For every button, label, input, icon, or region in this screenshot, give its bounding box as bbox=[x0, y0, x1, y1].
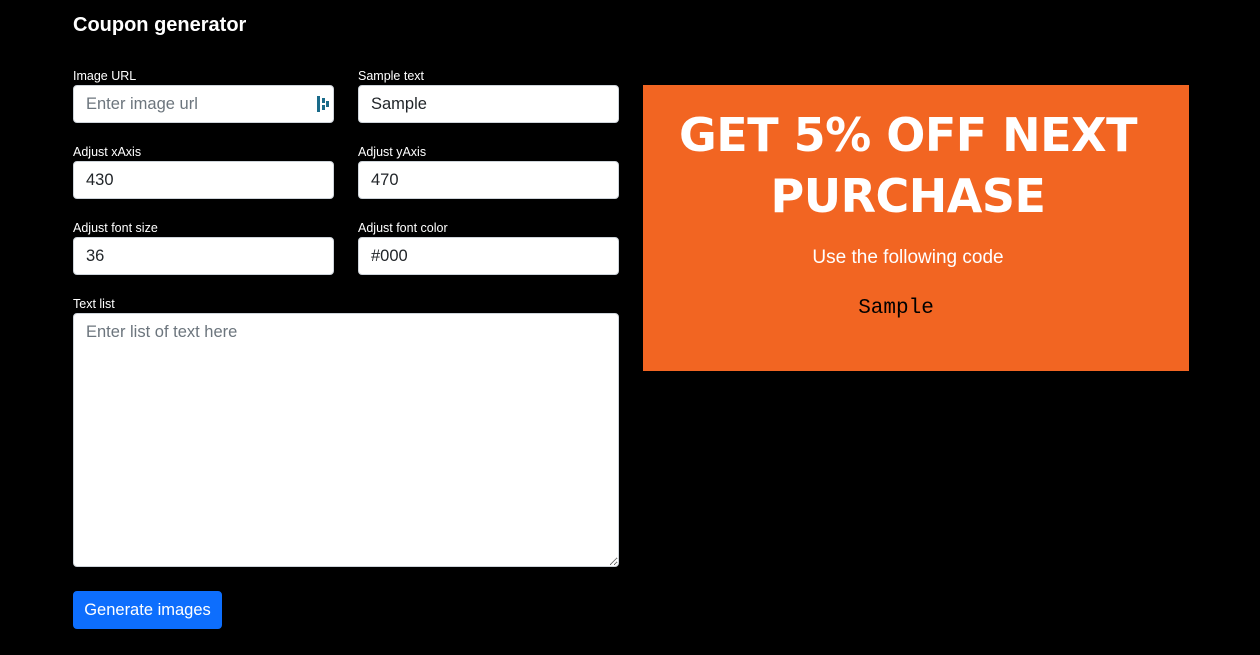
coupon-headline-line2: PURCHASE bbox=[770, 169, 1046, 223]
coupon-subtext: Use the following code bbox=[812, 247, 1004, 268]
image-url-label: Image URL bbox=[73, 69, 137, 83]
text-list-label: Text list bbox=[73, 297, 115, 311]
coupon-code: Sample bbox=[858, 297, 934, 320]
font-size-input[interactable] bbox=[73, 237, 334, 275]
page-title: Coupon generator bbox=[73, 14, 247, 36]
sample-text-label: Sample text bbox=[358, 69, 425, 83]
coupon-headline-line1: GET 5% OFF NEXT bbox=[679, 108, 1137, 162]
text-list-textarea[interactable] bbox=[73, 313, 619, 567]
image-url-input[interactable] bbox=[73, 85, 334, 123]
x-axis-input[interactable] bbox=[73, 161, 334, 199]
x-axis-label: Adjust xAxis bbox=[73, 145, 142, 159]
generate-images-button[interactable]: Generate images bbox=[73, 591, 222, 629]
coupon-preview: GET 5% OFF NEXT PURCHASE Use the followi… bbox=[643, 85, 1189, 371]
coupon-headline: GET 5% OFF NEXT PURCHASE bbox=[643, 105, 1173, 227]
y-axis-label: Adjust yAxis bbox=[358, 145, 427, 159]
font-color-input[interactable] bbox=[358, 237, 619, 275]
font-size-label: Adjust font size bbox=[73, 221, 158, 235]
sample-text-input[interactable] bbox=[358, 85, 619, 123]
y-axis-input[interactable] bbox=[358, 161, 619, 199]
font-color-label: Adjust font color bbox=[358, 221, 448, 235]
password-manager-icon[interactable] bbox=[317, 96, 329, 112]
